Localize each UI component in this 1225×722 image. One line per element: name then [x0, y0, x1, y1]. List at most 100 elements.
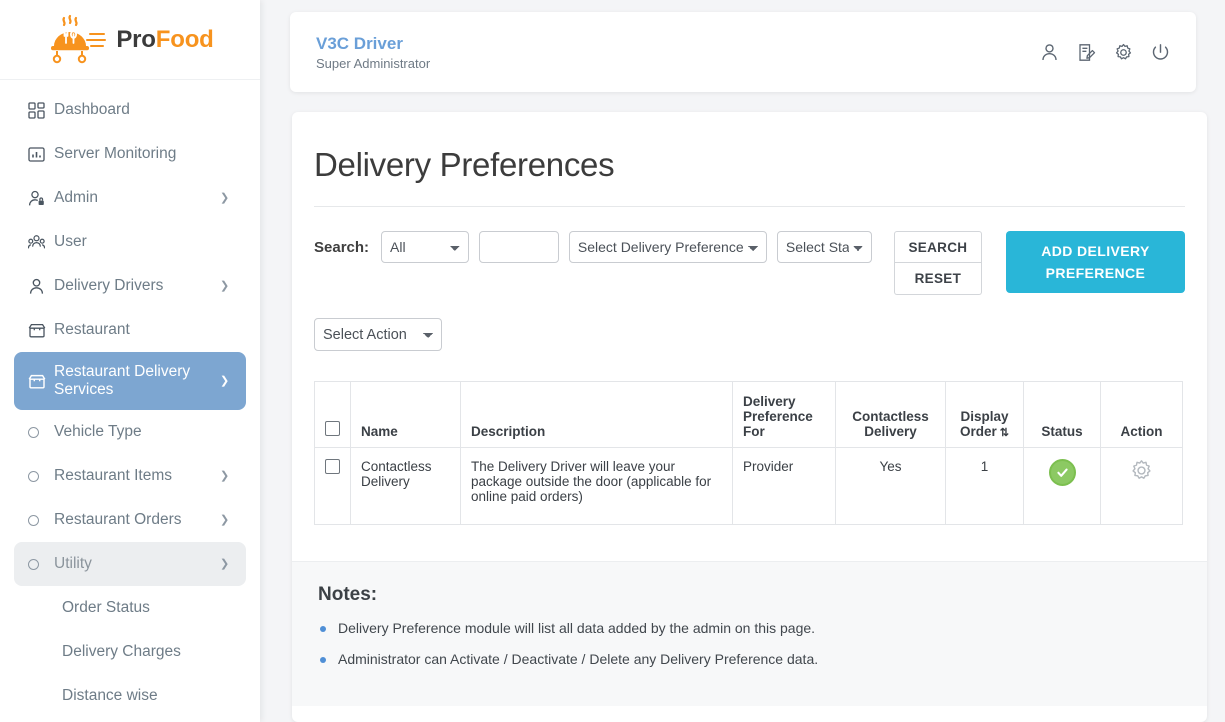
search-text-input[interactable] [478, 231, 559, 263]
notes-heading: Notes: [318, 584, 378, 605]
bulk-action-row: Select Action [314, 295, 1185, 351]
grid-icon [28, 101, 54, 119]
sidebar-item-restaurant[interactable]: Restaurant [14, 308, 246, 352]
sort-updown-icon[interactable]: ⇅ [1000, 426, 1009, 439]
topbar-user-role: Super Administrator [316, 55, 431, 71]
column-header-status[interactable]: Status [1023, 381, 1101, 448]
row-select-checkbox[interactable] [325, 459, 340, 474]
sidebar-item-label: Vehicle Type [54, 423, 142, 441]
column-header-name[interactable]: Name [350, 381, 461, 448]
column-header-action: Action [1100, 381, 1183, 448]
sidebar: ProFood Dashboard Server Monitoring Admi… [0, 0, 260, 722]
sidebar-item-label: Delivery Drivers [54, 277, 164, 295]
status-select[interactable]: Select Status [776, 231, 872, 263]
search-button[interactable]: SEARCH [893, 231, 982, 263]
sidebar-item-label: Delivery Charges [62, 643, 181, 661]
cell-action [1100, 447, 1183, 525]
chevron-right-icon: ❯ [220, 279, 230, 292]
user-lock-icon [28, 190, 54, 207]
table-head: Name Description Delivery Preference For… [314, 381, 1183, 448]
notes-panel: Notes: Delivery Preference module will l… [292, 561, 1207, 706]
circle-dot-icon [28, 558, 54, 570]
delivery-preference-select[interactable]: Select Delivery Preference [568, 231, 767, 263]
store-icon [28, 373, 54, 390]
delivery-preferences-card: Delivery Preferences Search: All Select … [292, 112, 1207, 722]
notes-list: Delivery Preference module will list all… [318, 620, 1181, 667]
chevron-right-icon: ❯ [220, 469, 230, 482]
users-group-icon [28, 234, 54, 251]
sidebar-nav: Dashboard Server Monitoring Admin ❯ User… [0, 80, 260, 718]
sidebar-item-order-status[interactable]: Order Status [14, 586, 246, 630]
cell-name: Contactless Delivery [350, 447, 461, 525]
cell-description: The Delivery Driver will leave your pack… [460, 447, 733, 525]
circle-dot-icon [28, 426, 54, 438]
add-delivery-preference-button[interactable]: ADD DELIVERY PREFERENCE [1005, 231, 1185, 293]
table-row: Contactless Delivery The Delivery Driver… [314, 447, 1183, 525]
sidebar-item-restaurant-orders[interactable]: Restaurant Orders ❯ [14, 498, 246, 542]
topbar: V3C Driver Super Administrator [290, 12, 1196, 92]
settings-gear-icon[interactable] [1114, 43, 1133, 62]
delivery-preferences-table: Name Description Delivery Preference For… [314, 381, 1183, 525]
circle-dot-icon [28, 514, 54, 526]
sidebar-item-label: Server Monitoring [54, 145, 177, 163]
sidebar-item-restaurant-delivery-services[interactable]: Restaurant Delivery Services ❯ [14, 352, 246, 410]
sidebar-item-server-monitoring[interactable]: Server Monitoring [14, 132, 246, 176]
topbar-icons [1040, 43, 1170, 62]
sidebar-item-label: Dashboard [54, 101, 130, 119]
search-type-select[interactable]: All [381, 231, 469, 263]
brand-logo[interactable]: ProFood [0, 0, 260, 80]
filter-toolbar: Search: All Select Delivery Preference S… [314, 207, 1185, 295]
topbar-user-name: V3C Driver [316, 34, 403, 54]
chevron-down-icon: ❯ [220, 374, 230, 387]
sidebar-item-admin[interactable]: Admin ❯ [14, 176, 246, 220]
power-logout-icon[interactable] [1151, 43, 1170, 62]
chart-bar-icon [28, 146, 54, 163]
brand-name-pro: Pro [116, 25, 156, 53]
note-item: Administrator can Activate / Deactivate … [318, 651, 1181, 667]
sidebar-item-label: Order Status [62, 599, 150, 617]
gear-icon[interactable] [1130, 459, 1153, 482]
app-root: ProFood Dashboard Server Monitoring Admi… [0, 0, 1225, 722]
circle-dot-icon [28, 470, 54, 482]
column-header-contactless-delivery[interactable]: Contactless Delivery [835, 381, 946, 448]
sidebar-item-dashboard[interactable]: Dashboard [14, 88, 246, 132]
edit-document-icon[interactable] [1077, 43, 1096, 62]
sidebar-item-restaurant-items[interactable]: Restaurant Items ❯ [14, 454, 246, 498]
sidebar-item-label: Restaurant Orders [54, 511, 182, 529]
column-header-description[interactable]: Description [460, 381, 733, 448]
profile-icon[interactable] [1040, 43, 1059, 62]
user-icon [28, 278, 54, 295]
search-label: Search: [314, 239, 370, 256]
column-header-delivery-preference-for[interactable]: Delivery Preference For [732, 381, 836, 448]
search-reset-group: SEARCH RESET [893, 231, 982, 295]
sidebar-item-label: Utility [54, 555, 92, 573]
select-all-checkbox[interactable] [325, 421, 340, 436]
cell-delivery-preference-for: Provider [732, 447, 836, 525]
cell-contactless-delivery: Yes [835, 447, 946, 525]
sidebar-item-label: Restaurant [54, 321, 130, 339]
table-container: Name Description Delivery Preference For… [314, 351, 1185, 525]
bulk-action-select[interactable]: Select Action [314, 318, 442, 351]
sidebar-item-delivery-charges[interactable]: Delivery Charges [14, 630, 246, 674]
sidebar-item-utility[interactable]: Utility ❯ [14, 542, 246, 586]
sidebar-item-vehicle-type[interactable]: Vehicle Type [14, 410, 246, 454]
sidebar-item-label: Restaurant Items [54, 467, 173, 485]
check-circle-icon[interactable] [1048, 459, 1076, 486]
sidebar-item-label: Restaurant Delivery Services [54, 363, 191, 398]
table-body: Contactless Delivery The Delivery Driver… [314, 447, 1183, 525]
sidebar-item-label: Admin [54, 189, 98, 207]
row-select-cell [314, 447, 351, 525]
select-all-header [314, 381, 351, 448]
sidebar-item-distance-wise[interactable]: Distance wise [14, 674, 246, 718]
main-content: V3C Driver Super Administrator Delivery … [260, 0, 1225, 722]
page-title: Delivery Preferences [314, 138, 1185, 207]
sidebar-item-user[interactable]: User [14, 220, 246, 264]
sidebar-item-delivery-drivers[interactable]: Delivery Drivers ❯ [14, 264, 246, 308]
chevron-right-icon: ❯ [220, 191, 230, 204]
column-header-display-order[interactable]: Display Order ⇅ [945, 381, 1024, 448]
profood-cart-icon [46, 14, 108, 66]
reset-button[interactable]: RESET [893, 263, 982, 295]
cell-status [1023, 447, 1101, 525]
note-item: Delivery Preference module will list all… [318, 620, 1181, 636]
store-icon [28, 322, 54, 339]
